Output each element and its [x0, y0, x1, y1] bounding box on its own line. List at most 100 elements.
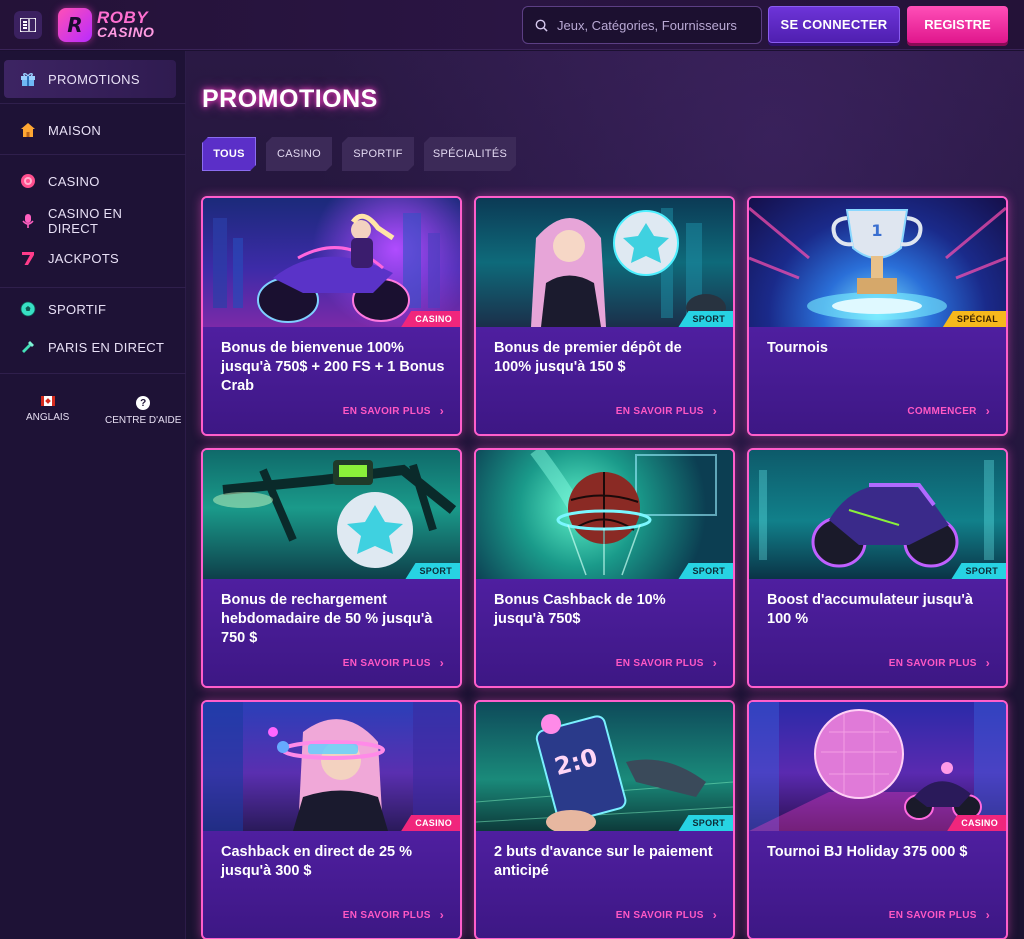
- promo-card[interactable]: CASINO Cashback en direct de 25 % jusqu'…: [201, 700, 462, 939]
- learn-more-link[interactable]: EN SAVOIR PLUS ›: [616, 404, 717, 418]
- sidebar-item-label: JACKPOTS: [48, 250, 120, 266]
- promo-card[interactable]: SPORT Bonus de premier dépôt de 100% jus…: [474, 196, 735, 436]
- main-content: PROMOTIONS TOUS CASINO SPORTIF SPÉCIALIT…: [186, 51, 1024, 939]
- promo-card[interactable]: SPORT Bonus Cashback de 10% jusqu'à 750$…: [474, 448, 735, 688]
- promo-card[interactable]: 2:0 SPORT 2 buts d'avance sur le paiemen…: [474, 700, 735, 939]
- promo-card[interactable]: 1 SPÉCIAL Tournois COMMENCER ›: [747, 196, 1008, 436]
- site-logo[interactable]: R ROBY CASINO: [58, 8, 154, 42]
- chevron-right-icon: ›: [985, 404, 990, 418]
- sidebar-item-promotions[interactable]: PROMOTIONS: [4, 60, 176, 98]
- promo-card[interactable]: CASINO Bonus de bienvenue 100% jusqu'à 7…: [201, 196, 462, 436]
- chevron-right-icon: ›: [985, 908, 990, 922]
- promo-card[interactable]: CASINO Tournoi BJ Holiday 375 000 $ EN S…: [747, 700, 1008, 939]
- learn-more-link[interactable]: EN SAVOIR PLUS ›: [343, 656, 444, 670]
- search-icon: [535, 19, 548, 32]
- sidebar-divider: [0, 287, 186, 288]
- promo-card-body: Tournois COMMENCER ›: [749, 327, 1006, 434]
- sidebar-item-casino[interactable]: CASINO: [0, 163, 186, 199]
- promo-card-body: 2 buts d'avance sur le paiement anticipé…: [476, 831, 733, 938]
- learn-more-link[interactable]: EN SAVOIR PLUS ›: [343, 908, 444, 922]
- promo-title: Tournoi BJ Holiday 375 000 $: [767, 844, 968, 860]
- promo-title: 2 buts d'avance sur le paiement anticipé: [494, 844, 713, 879]
- language-label: ANGLAIS: [26, 412, 70, 423]
- sidebar-item-maison[interactable]: MAISON: [0, 111, 186, 149]
- promo-title: Bonus de rechargement hebdomadaire de 50…: [221, 592, 433, 646]
- tab-casino[interactable]: CASINO: [266, 137, 332, 171]
- promo-title: Bonus de bienvenue 100% jusqu'à 750$ + 2…: [221, 340, 445, 394]
- chevron-right-icon: ›: [712, 656, 717, 670]
- promo-title: Boost d'accumulateur jusqu'à 100 %: [767, 592, 973, 627]
- promo-image: [749, 450, 1006, 579]
- promo-image: [749, 702, 1006, 831]
- chevron-right-icon: ›: [439, 908, 444, 922]
- chevron-right-icon: ›: [439, 656, 444, 670]
- sidebar-item-label: PROMOTIONS: [48, 71, 140, 87]
- sidebar-item-label: CASINO: [48, 173, 100, 189]
- chip-icon: [19, 172, 37, 190]
- promo-image: [203, 198, 460, 327]
- canada-flag-icon: [40, 396, 55, 406]
- learn-more-link[interactable]: EN SAVOIR PLUS ›: [616, 908, 717, 922]
- sidebar-item-label: PARIS EN DIRECT: [48, 339, 165, 355]
- sidebar-divider: [0, 103, 186, 104]
- learn-more-link[interactable]: EN SAVOIR PLUS ›: [343, 404, 444, 418]
- promo-image: 2:0: [476, 702, 733, 831]
- promo-image: [203, 450, 460, 579]
- page-title: PROMOTIONS: [202, 85, 378, 113]
- sidebar-item-label: CASINO EN DIRECT: [48, 206, 123, 236]
- promo-image: [476, 198, 733, 327]
- category-badge: CASINO: [401, 815, 460, 831]
- language-selector[interactable]: ANGLAIS: [26, 396, 69, 423]
- sidebar-divider: [0, 373, 186, 374]
- register-button[interactable]: REGISTRE: [907, 6, 1008, 43]
- soccer-ball-icon: [19, 300, 37, 318]
- promo-image: 1: [749, 198, 1006, 327]
- promo-image: [203, 702, 460, 831]
- microphone-icon: [19, 212, 37, 230]
- sidebar-item-label: SPORTIF: [48, 301, 107, 317]
- search-input[interactable]: [557, 17, 757, 33]
- promo-title: Bonus de premier dépôt de 100% jusqu'à 1…: [494, 340, 682, 375]
- start-link[interactable]: COMMENCER ›: [907, 404, 990, 418]
- sidebar-item-jackpots[interactable]: JACKPOTS: [0, 240, 186, 276]
- sidebar-toggle-button[interactable]: [14, 11, 42, 39]
- home-icon: [19, 121, 37, 139]
- sidebar-item-sportif[interactable]: SPORTIF: [0, 291, 186, 327]
- search-box[interactable]: [522, 6, 762, 44]
- svg-text:1: 1: [871, 221, 882, 240]
- sidebar-item-casino-en-direct[interactable]: CASINO EN DIRECT: [0, 202, 186, 240]
- login-button[interactable]: SE CONNECTER: [768, 6, 900, 43]
- category-badge: CASINO: [401, 311, 460, 327]
- category-badge: CASINO: [947, 815, 1006, 831]
- promo-card[interactable]: SPORT Bonus de rechargement hebdomadaire…: [201, 448, 462, 688]
- tab-sportif[interactable]: SPORTIF: [342, 137, 414, 171]
- promo-card-body: Tournoi BJ Holiday 375 000 $ EN SAVOIR P…: [749, 831, 1006, 938]
- promo-card-body: Bonus de premier dépôt de 100% jusqu'à 1…: [476, 327, 733, 434]
- promo-card-body: Cashback en direct de 25 % jusqu'à 300 $…: [203, 831, 460, 938]
- help-icon: ?: [136, 396, 151, 410]
- chevron-right-icon: ›: [985, 656, 990, 670]
- sidebar-item-paris-en-direct[interactable]: PARIS EN DIRECT: [0, 329, 186, 365]
- tab-tous[interactable]: TOUS: [202, 137, 256, 171]
- chevron-right-icon: ›: [439, 404, 444, 418]
- help-label: CENTRE D'AIDE: [105, 415, 182, 426]
- promo-card-body: Bonus de bienvenue 100% jusqu'à 750$ + 2…: [203, 327, 460, 434]
- sidebar-item-label: MAISON: [48, 122, 102, 138]
- learn-more-link[interactable]: EN SAVOIR PLUS ›: [889, 656, 990, 670]
- learn-more-link[interactable]: EN SAVOIR PLUS ›: [889, 908, 990, 922]
- help-center-link[interactable]: ? CENTRE D'AIDE: [105, 396, 181, 426]
- sidebar-footer: ANGLAIS ? CENTRE D'AIDE: [0, 396, 186, 436]
- sidebar: PROMOTIONS MAISON CASINO CASINO EN DIREC…: [0, 51, 186, 939]
- tab-specialites[interactable]: SPÉCIALITÉS: [424, 137, 516, 171]
- promo-title: Bonus Cashback de 10% jusqu'à 750$: [494, 592, 666, 627]
- promo-title: Cashback en direct de 25 % jusqu'à 300 $: [221, 844, 412, 879]
- learn-more-link[interactable]: EN SAVOIR PLUS ›: [616, 656, 717, 670]
- promo-card[interactable]: SPORT Boost d'accumulateur jusqu'à 100 %…: [747, 448, 1008, 688]
- chevron-right-icon: ›: [712, 908, 717, 922]
- sidebar-divider: [0, 154, 186, 155]
- promo-image: [476, 450, 733, 579]
- seven-icon: [19, 249, 37, 267]
- promo-card-body: Boost d'accumulateur jusqu'à 100 % EN SA…: [749, 579, 1006, 686]
- promo-card-body: Bonus Cashback de 10% jusqu'à 750$ EN SA…: [476, 579, 733, 686]
- promo-card-body: Bonus de rechargement hebdomadaire de 50…: [203, 579, 460, 686]
